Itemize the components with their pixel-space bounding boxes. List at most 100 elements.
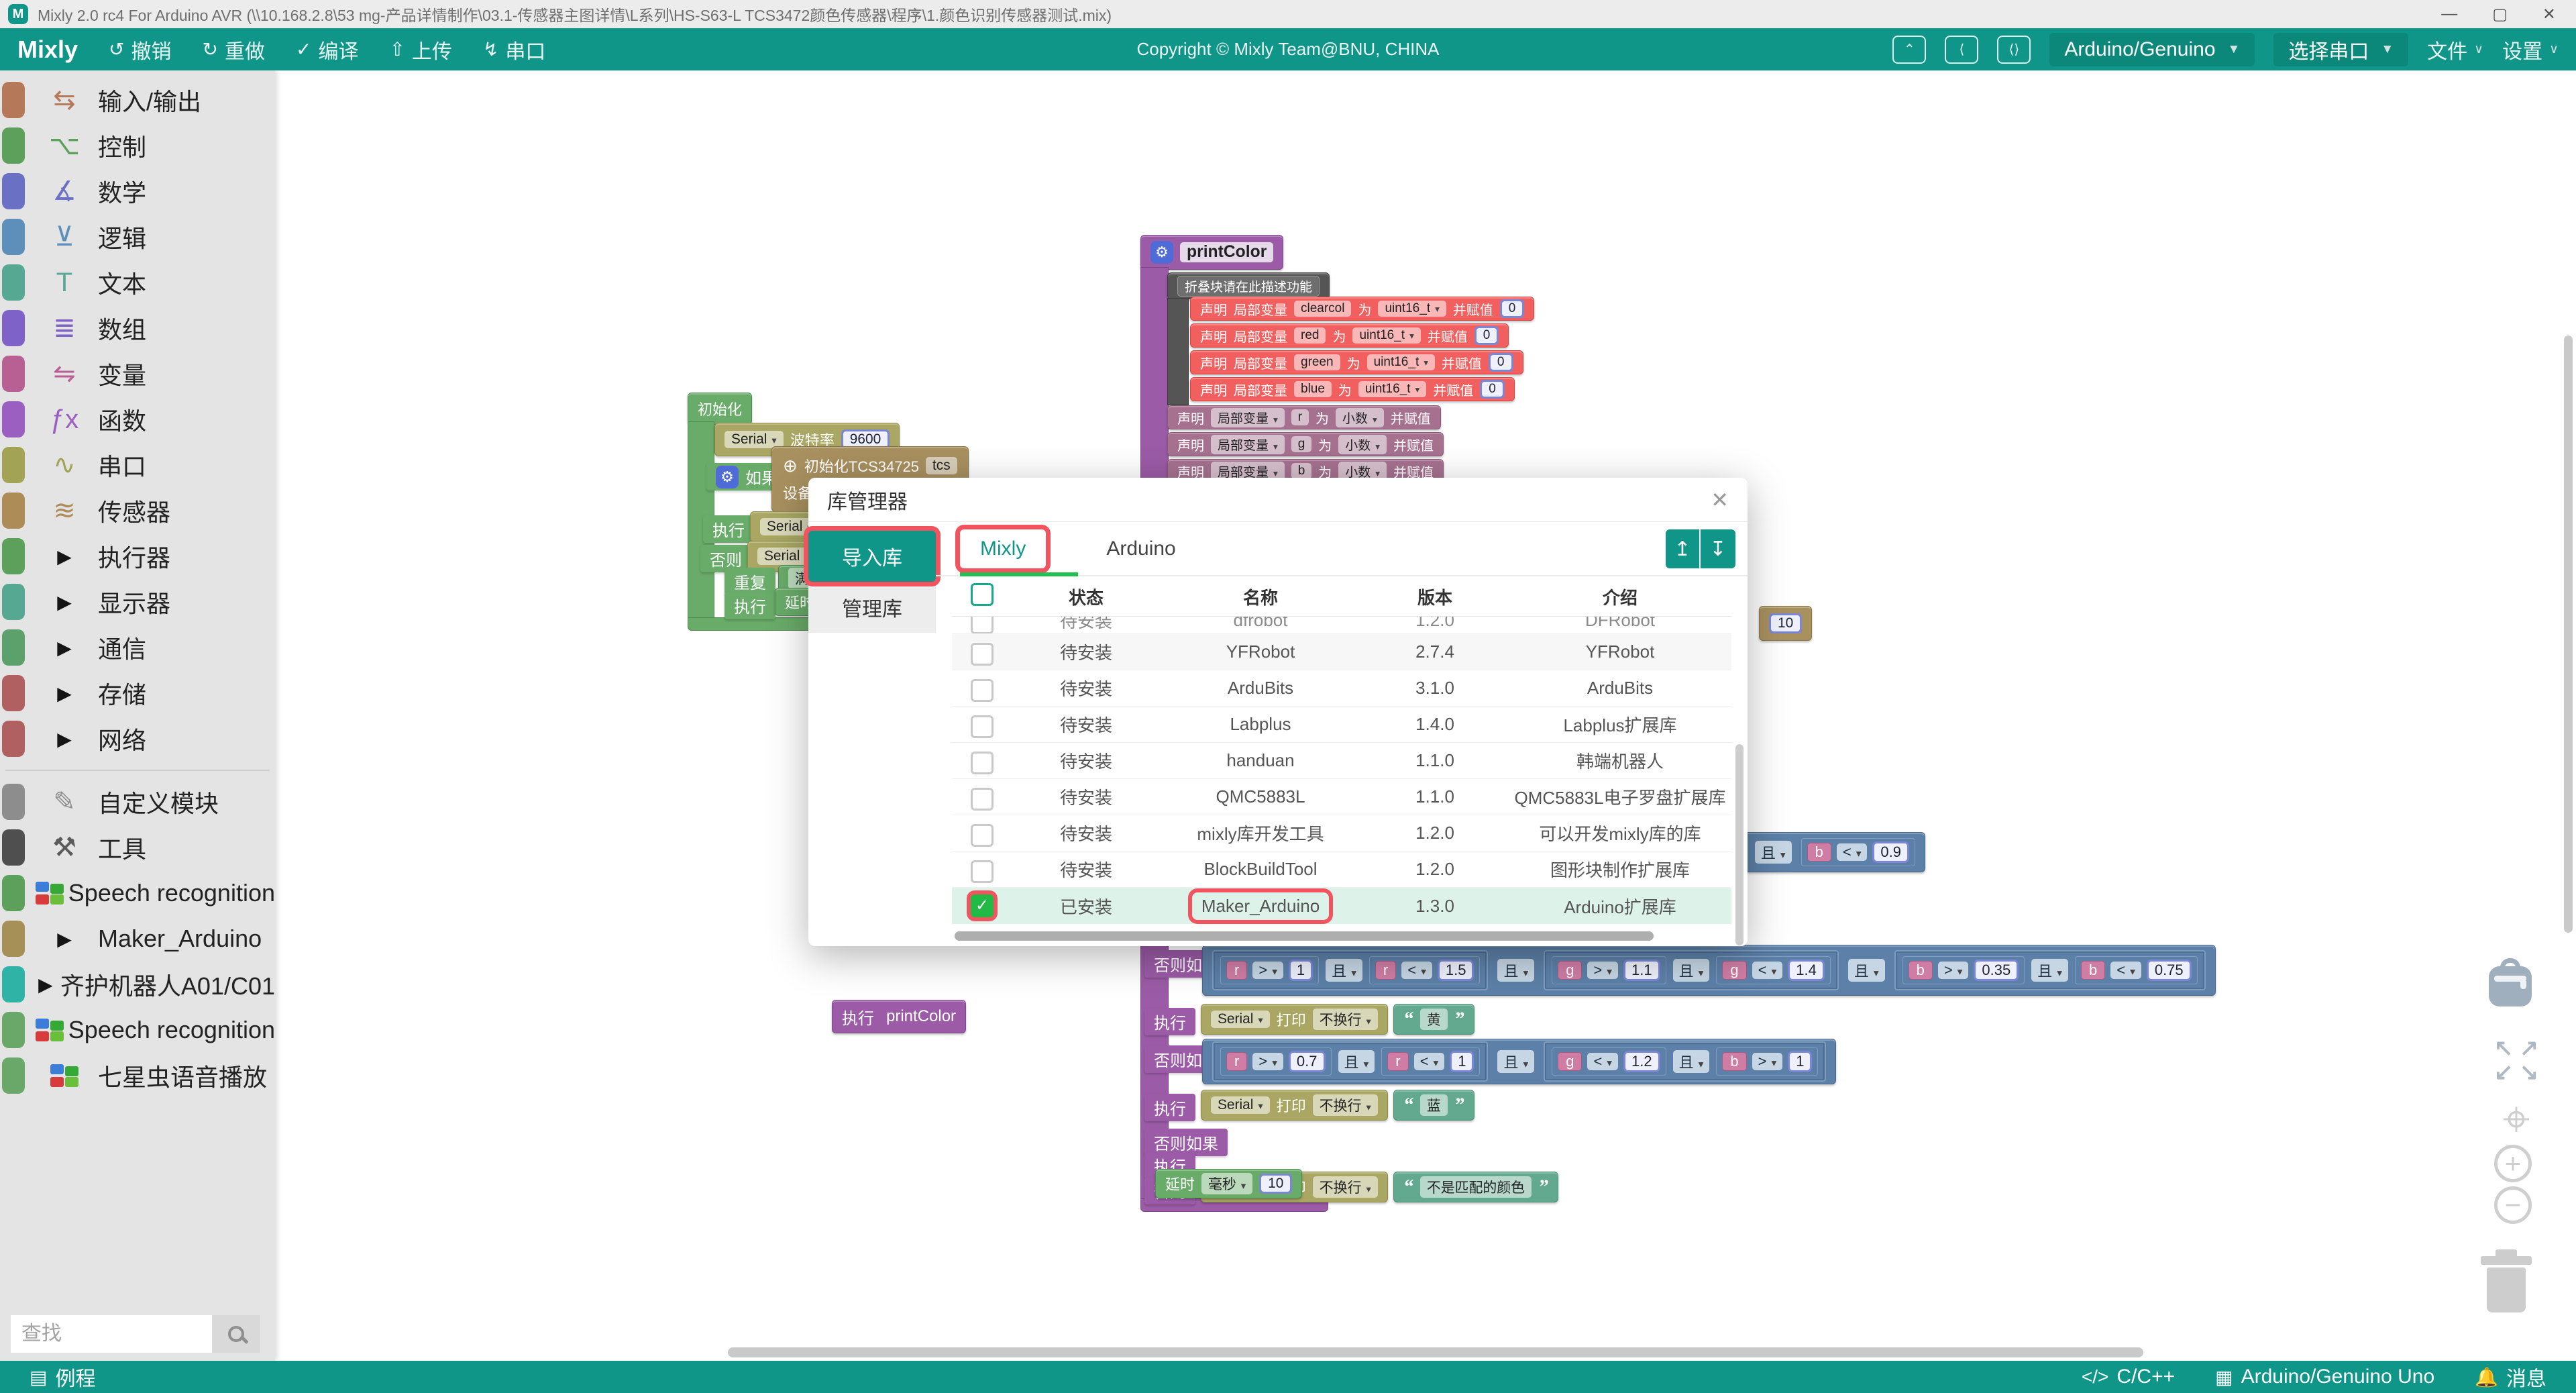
and-operator[interactable]: 且: [1326, 959, 1362, 982]
variable-token[interactable]: r: [1387, 1052, 1408, 1071]
row-checkbox[interactable]: [971, 860, 994, 883]
file-menu[interactable]: 文件∨: [2427, 35, 2483, 64]
operator-dropdown[interactable]: <: [1414, 1053, 1445, 1070]
library-row[interactable]: 待安装 Labplus 1.4.0 Labplus扩展库: [952, 707, 1731, 743]
compare-block[interactable]: g>1.1: [1552, 956, 1666, 984]
library-row[interactable]: 待安装 YFRobot 2.7.4 YFRobot: [952, 634, 1731, 670]
string-block[interactable]: “不是匹配的颜色”: [1393, 1172, 1558, 1202]
sidebar-category-item[interactable]: Speech recognition: [0, 870, 275, 916]
toggle-sidepanel-button[interactable]: ⟨: [1945, 36, 1978, 64]
library-row[interactable]: 待安装 dfrobot 1.2.0 DFRobot: [952, 617, 1731, 634]
column-header[interactable]: 版本: [1361, 584, 1509, 609]
operator-dropdown[interactable]: <: [1752, 962, 1783, 979]
declare-local-variable-block[interactable]: 声明局部变量 blue 为 uint16_t 并赋值 0: [1190, 377, 1515, 401]
row-checkbox[interactable]: [971, 752, 994, 774]
and-operator[interactable]: 且: [1497, 1050, 1534, 1073]
canvas-horizontal-scrollbar[interactable]: [728, 1347, 2143, 1357]
variable-token[interactable]: r: [1226, 1052, 1247, 1071]
declare-local-variable-block[interactable]: 声明 局部变量 g 为 小数 并赋值: [1167, 432, 1444, 456]
declare-local-variable-block[interactable]: 声明局部变量 green 为 uint16_t 并赋值 0: [1190, 350, 1523, 374]
library-row[interactable]: 待安装 handuan 1.1.0 韩端机器人: [952, 743, 1731, 779]
serial-print-row[interactable]: Serial打印不换行 “黄”: [1201, 1004, 1474, 1035]
call-printcolor-block[interactable]: 执行printColor: [832, 1000, 966, 1033]
compare-block[interactable]: r <1.5: [1369, 956, 1481, 984]
operator-dropdown[interactable]: >: [1587, 962, 1618, 979]
operator-dropdown[interactable]: >: [1752, 1053, 1783, 1070]
sidebar-category-item[interactable]: ✎ 自定义模块: [0, 779, 275, 825]
value-token[interactable]: 1: [1450, 1051, 1474, 1072]
table-vertical-scrollbar[interactable]: [1735, 744, 1743, 945]
sidebar-category-item[interactable]: ƒx 函数: [0, 397, 275, 442]
column-header[interactable]: 名称: [1160, 584, 1361, 609]
search-input[interactable]: [11, 1315, 212, 1353]
repeat-while-block[interactable]: 重复: [724, 568, 775, 595]
examples-button[interactable]: ▤例程: [30, 1362, 95, 1392]
tab-arduino[interactable]: Arduino: [1086, 529, 1195, 568]
and-operator[interactable]: 且: [2031, 959, 2068, 982]
row-checkbox[interactable]: [971, 617, 994, 634]
logic-and-block[interactable]: r>0.7且r<1且g<1.2且b>1: [1202, 1039, 1836, 1084]
sidebar-category-item[interactable]: T 文本: [0, 260, 275, 305]
variable-token[interactable]: r: [1226, 961, 1247, 980]
center-workspace-button[interactable]: ⌖: [2493, 1098, 2540, 1141]
settings-menu[interactable]: 设置∨: [2502, 35, 2559, 64]
port-select[interactable]: 选择串口▼: [2273, 33, 2408, 66]
sidebar-category-item[interactable]: ▶ 网络: [0, 716, 275, 762]
string-block[interactable]: “蓝”: [1393, 1090, 1474, 1121]
sidebar-category-item[interactable]: ▶ 通信: [0, 625, 275, 670]
compile-button[interactable]: ✓编译: [296, 35, 358, 64]
row-checkbox[interactable]: [971, 788, 994, 811]
operator-dropdown[interactable]: <: [2110, 962, 2141, 979]
sidebar-category-item[interactable]: ▶ Maker_Arduino: [0, 916, 275, 962]
sidebar-category-item[interactable]: ⌥ 控制: [0, 123, 275, 168]
compare-block[interactable]: g<1.2: [1552, 1047, 1666, 1076]
variable-token[interactable]: g: [1558, 961, 1582, 980]
string-block[interactable]: “黄”: [1393, 1004, 1474, 1035]
operator-dropdown[interactable]: >: [1252, 962, 1283, 979]
declare-local-variable-block[interactable]: 声明局部变量 clearcol 为 uint16_t 并赋值 0: [1190, 297, 1534, 321]
toggle-code-button[interactable]: ⟨⟩: [1997, 36, 2031, 64]
sidebar-category-item[interactable]: ∡ 数学: [0, 168, 275, 214]
toggle-toolbox-button[interactable]: ⌃: [1892, 36, 1926, 64]
column-header[interactable]: 介绍: [1509, 584, 1731, 609]
declare-local-variable-block[interactable]: 声明局部变量 red 为 uint16_t 并赋值 0: [1190, 323, 1509, 348]
backpack-button[interactable]: [2489, 958, 2532, 1007]
row-checkbox[interactable]: ✓: [971, 894, 994, 917]
library-row[interactable]: 待安装 QMC5883L 1.1.0 QMC5883L电子罗盘扩展库: [952, 779, 1731, 815]
operator-dropdown[interactable]: >: [1938, 962, 1969, 979]
tab-mixly[interactable]: Mixly: [960, 529, 1046, 568]
gear-icon[interactable]: ⚙: [1150, 241, 1173, 264]
library-row[interactable]: ✓ 已安装 Maker_Arduino 1.3.0 Arduino扩展库: [952, 888, 1731, 924]
value-token[interactable]: 1: [1788, 1051, 1812, 1072]
sidebar-category-item[interactable]: ≣ 数组: [0, 305, 275, 351]
sidebar-category-item[interactable]: ▶ 齐护机器人A01/C01: [0, 962, 275, 1007]
and-operator[interactable]: 且: [1497, 959, 1534, 982]
messages-button[interactable]: 🔔消息: [2475, 1362, 2546, 1392]
compare-block[interactable]: r>0.7: [1220, 1047, 1332, 1076]
close-button[interactable]: ✕: [2542, 5, 2556, 24]
sidebar-category-item[interactable]: ∿ 串口: [0, 442, 275, 488]
row-checkbox[interactable]: [971, 715, 994, 738]
zoom-in-button[interactable]: +: [2494, 1145, 2532, 1182]
select-all-checkbox[interactable]: [971, 583, 994, 606]
delay-block[interactable]: 延时毫秒10: [1155, 1169, 1302, 1198]
variable-token[interactable]: b: [1722, 1052, 1746, 1071]
sidebar-category-item[interactable]: ⚒ 工具: [0, 825, 275, 870]
variable-token[interactable]: b: [1909, 961, 1933, 980]
compare-block[interactable]: b<0.75: [2075, 956, 2198, 984]
function-header-block[interactable]: ⚙printColor: [1140, 235, 1283, 270]
variable-token[interactable]: r: [1375, 961, 1396, 980]
row-checkbox[interactable]: [971, 679, 994, 702]
row-checkbox[interactable]: [971, 824, 994, 847]
variable-token[interactable]: b: [2081, 961, 2105, 980]
operator-dropdown[interactable]: <: [1401, 962, 1432, 979]
table-horizontal-scrollbar[interactable]: [955, 931, 1654, 941]
setup-hat-block[interactable]: 初始化: [688, 393, 752, 425]
library-row[interactable]: 待安装 ArduBits 3.1.0 ArduBits: [952, 670, 1731, 707]
zoom-out-button[interactable]: −: [2494, 1186, 2532, 1224]
value-token[interactable]: 1.5: [1438, 960, 1474, 981]
value-token[interactable]: 1.4: [1788, 960, 1825, 981]
and-operator[interactable]: 且: [1673, 1050, 1710, 1073]
value-peek-block[interactable]: 10: [1759, 606, 1812, 641]
operator-dropdown[interactable]: >: [1252, 1053, 1283, 1070]
